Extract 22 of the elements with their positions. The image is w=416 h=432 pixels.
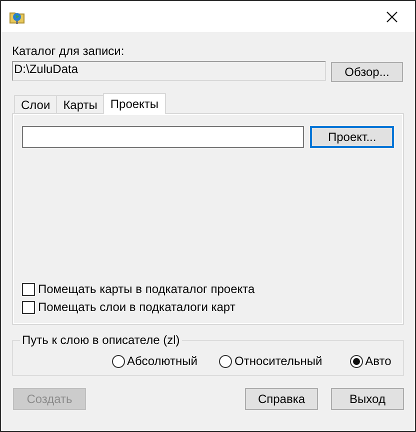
checkbox-label[interactable]: Помещать карты в подкаталог проекта	[38, 282, 255, 296]
radio-button[interactable]	[219, 354, 232, 368]
catalog-label: Каталог для записи:	[12, 44, 126, 59]
radio-label[interactable]: Абсолютный	[127, 354, 198, 368]
group-title: Путь к слою в описателе (zl)	[20, 333, 182, 347]
path-field[interactable]: D:\ZuluData	[12, 61, 326, 81]
radio-button[interactable]	[350, 354, 364, 368]
radio-label[interactable]: Авто	[365, 354, 392, 368]
tab[interactable]: Проекты	[103, 93, 166, 114]
project-button[interactable]: Проект...	[310, 126, 394, 148]
dialog-button[interactable]: Справка	[245, 388, 318, 410]
checkbox[interactable]	[22, 300, 35, 314]
radio-label[interactable]: Относительный	[234, 354, 322, 368]
close-icon	[386, 10, 398, 22]
project-field[interactable]	[22, 126, 304, 148]
dialog-button[interactable]: Выход	[331, 388, 404, 410]
checkbox[interactable]	[22, 282, 35, 296]
tab[interactable]: Карты	[56, 95, 104, 113]
checkbox-label[interactable]: Помещать слои в подкаталоги карт	[38, 300, 236, 314]
browse-button[interactable]: Обзор...	[331, 62, 403, 82]
radio-button[interactable]	[112, 354, 125, 368]
tab[interactable]: Слои	[14, 95, 58, 113]
